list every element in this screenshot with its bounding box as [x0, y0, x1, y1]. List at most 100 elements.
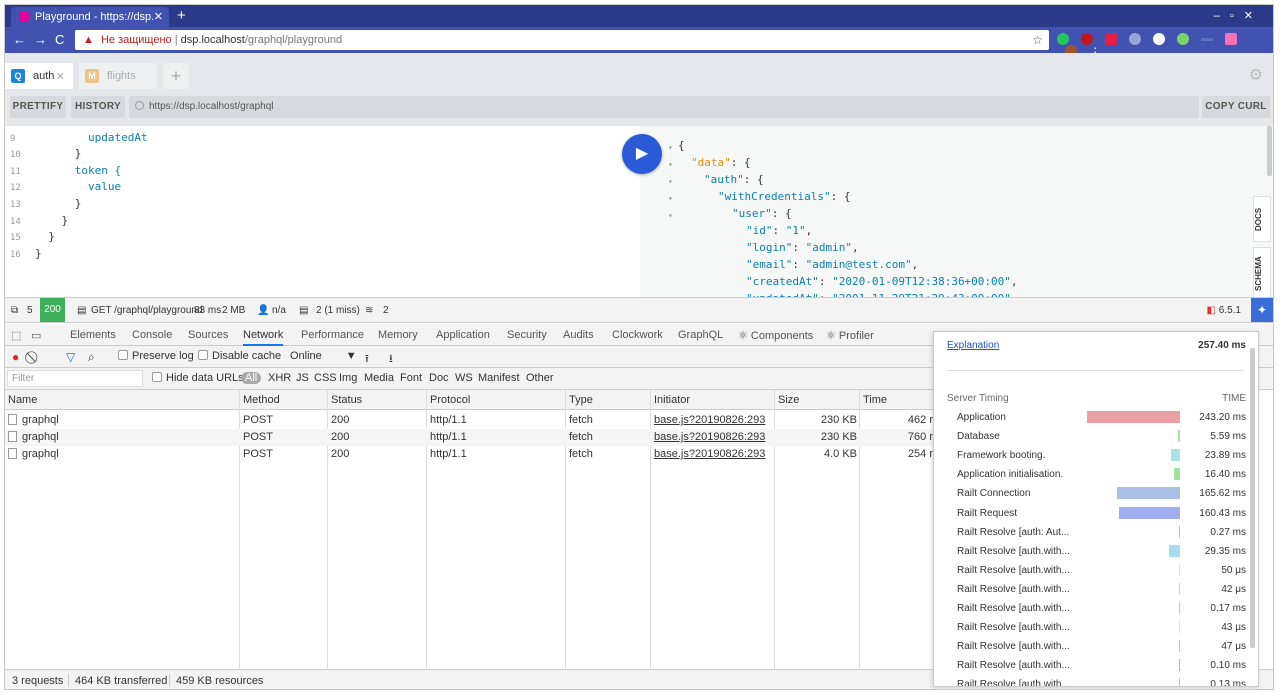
- nav-buttons[interactable]: ←→C: [13, 32, 72, 47]
- tab-profiler[interactable]: ⚛ Profiler: [826, 329, 874, 342]
- refresh-icon[interactable]: [135, 101, 144, 110]
- tab-console[interactable]: Console: [132, 329, 172, 341]
- preserve-log-checkbox[interactable]: Preserve log: [118, 350, 194, 362]
- column-protocol[interactable]: Protocol: [430, 394, 470, 406]
- endpoint-input[interactable]: https://dsp.localhost/graphql: [129, 96, 1199, 118]
- table-row[interactable]: graphql POST 200 http/1.1 fetch base.js?…: [5, 429, 933, 446]
- collapse-icon[interactable]: ▾: [668, 194, 673, 203]
- request-time[interactable]: 83 ms: [194, 305, 221, 316]
- collapse-icon[interactable]: ▾: [668, 143, 673, 152]
- collapse-icon[interactable]: ▾: [668, 160, 673, 169]
- playground-tab-auth[interactable]: Q auth ✕: [5, 63, 73, 89]
- tab-performance[interactable]: Performance: [301, 329, 364, 341]
- extension-youtube-icon[interactable]: [1105, 33, 1118, 45]
- filter-icon[interactable]: ▽: [66, 350, 75, 364]
- filter-all[interactable]: All: [241, 372, 262, 384]
- table-row[interactable]: graphql POST 200 http/1.1 fetch base.js?…: [5, 446, 933, 463]
- cache-stats[interactable]: 2 (1 miss): [316, 305, 360, 316]
- close-tab-icon[interactable]: ✕: [154, 10, 163, 23]
- inspect-element-icon[interactable]: ⬚: [11, 329, 21, 342]
- filter-input[interactable]: Filter: [7, 370, 143, 387]
- extension-green-icon[interactable]: [1057, 33, 1069, 45]
- hide-data-urls-checkbox[interactable]: Hide data URLs: [152, 372, 244, 384]
- tab-security[interactable]: Security: [507, 329, 547, 341]
- layers-count[interactable]: 2: [383, 305, 389, 316]
- filter-media[interactable]: Media: [364, 372, 394, 384]
- search-icon[interactable]: ⌕: [88, 350, 95, 365]
- extension-pink-icon[interactable]: [1225, 33, 1238, 45]
- disable-cache-checkbox[interactable]: Disable cache: [198, 350, 281, 362]
- filter-manifest[interactable]: Manifest: [478, 372, 520, 384]
- history-button[interactable]: HISTORY: [71, 96, 125, 118]
- query-editor[interactable]: 9 updatedAt 10 } 11 token { 12 value 13 …: [5, 126, 640, 297]
- tab-clockwork[interactable]: Clockwork: [612, 329, 663, 341]
- back-icon[interactable]: ←: [13, 32, 34, 47]
- extension-line-icon[interactable]: [1201, 38, 1214, 41]
- settings-gear-icon[interactable]: ⚙: [1249, 65, 1263, 85]
- prettify-button[interactable]: PRETTIFY: [10, 96, 66, 118]
- docs-tab[interactable]: DOCS: [1253, 196, 1271, 242]
- timing-scrollbar[interactable]: [1250, 348, 1255, 648]
- tab-components[interactable]: ⚛ Components: [738, 329, 813, 342]
- tab-audits[interactable]: Audits: [563, 329, 594, 341]
- tab-application[interactable]: Application: [436, 329, 490, 341]
- debugbar-toggle-button[interactable]: ✦: [1251, 298, 1273, 322]
- collapse-icon[interactable]: ▾: [668, 211, 673, 220]
- column-name[interactable]: Name: [8, 394, 37, 406]
- tab-memory[interactable]: Memory: [378, 329, 418, 341]
- response-status-badge[interactable]: 200: [40, 298, 65, 322]
- column-status[interactable]: Status: [331, 394, 362, 406]
- auth-user[interactable]: n/a: [272, 305, 286, 316]
- column-method[interactable]: Method: [243, 394, 280, 406]
- column-type[interactable]: Type: [569, 394, 593, 406]
- throttling-select[interactable]: Online ▼: [290, 350, 357, 362]
- address-bar[interactable]: ▲ Не защищено | dsp.localhost/graphql/pl…: [75, 30, 1049, 50]
- window-controls[interactable]: ‒▫✕: [1214, 9, 1263, 22]
- table-row[interactable]: graphql POST 200 http/1.1 fetch base.js?…: [5, 412, 933, 429]
- filter-img[interactable]: Img: [339, 372, 357, 384]
- reload-icon[interactable]: C: [55, 32, 72, 47]
- column-size[interactable]: Size: [778, 394, 799, 406]
- result-scrollbar[interactable]: [1267, 126, 1272, 176]
- export-har-icon[interactable]: ⭳: [389, 350, 393, 369]
- requests-icon[interactable]: ⧉: [11, 305, 18, 316]
- request-memory[interactable]: 2 MB: [222, 305, 245, 316]
- debug-count[interactable]: 5: [27, 305, 33, 316]
- tab-network[interactable]: Network: [243, 329, 284, 346]
- request-time: 254 r: [907, 448, 933, 460]
- filter-other[interactable]: Other: [526, 372, 554, 384]
- column-initiator[interactable]: Initiator: [654, 394, 690, 406]
- collapse-icon[interactable]: ▾: [668, 177, 673, 186]
- filter-css[interactable]: CSS: [314, 372, 337, 384]
- browser-tab[interactable]: Playground - https://dsp. ✕: [11, 7, 169, 27]
- playground-tab-flights[interactable]: M flights: [79, 63, 157, 89]
- close-tab-icon[interactable]: ✕: [56, 70, 65, 83]
- explanation-link[interactable]: Explanation: [947, 340, 999, 351]
- extension-red-icon[interactable]: [1081, 33, 1094, 45]
- copy-curl-button[interactable]: COPY CURL: [1202, 96, 1270, 118]
- tab-elements[interactable]: Elements: [70, 329, 116, 341]
- schema-tab[interactable]: SCHEMA: [1253, 247, 1271, 301]
- extension-gear-icon[interactable]: [1177, 33, 1190, 45]
- execute-query-button[interactable]: ▶: [622, 134, 662, 174]
- request-route[interactable]: GET /graphql/playground: [91, 305, 203, 316]
- filter-doc[interactable]: Doc: [429, 372, 449, 384]
- extension-dev-icon[interactable]: [1153, 33, 1166, 45]
- filter-xhr[interactable]: XHR: [268, 372, 291, 384]
- result-viewer[interactable]: ▾{ ▾ "data": { ▾ "auth": { ▾ "withCredentia…: [640, 126, 1273, 305]
- filter-ws[interactable]: WS: [455, 372, 473, 384]
- import-har-icon[interactable]: ⭱: [365, 350, 369, 369]
- bookmark-star-icon[interactable]: ☆: [1032, 33, 1043, 47]
- column-time[interactable]: Time: [863, 394, 887, 406]
- laravel-version[interactable]: ◧ 6.5.1: [1207, 305, 1241, 316]
- tab-graphql[interactable]: GraphQL: [678, 329, 723, 341]
- extension-bug-icon[interactable]: [1129, 33, 1142, 45]
- device-toolbar-icon[interactable]: ▭: [31, 329, 41, 342]
- filter-js[interactable]: JS: [296, 372, 309, 384]
- forward-icon[interactable]: →: [34, 32, 55, 47]
- add-tab-button[interactable]: +: [163, 63, 189, 89]
- record-icon[interactable]: ●: [12, 350, 19, 364]
- new-tab-button[interactable]: +: [177, 7, 186, 24]
- filter-font[interactable]: Font: [400, 372, 422, 384]
- tab-sources[interactable]: Sources: [188, 329, 228, 341]
